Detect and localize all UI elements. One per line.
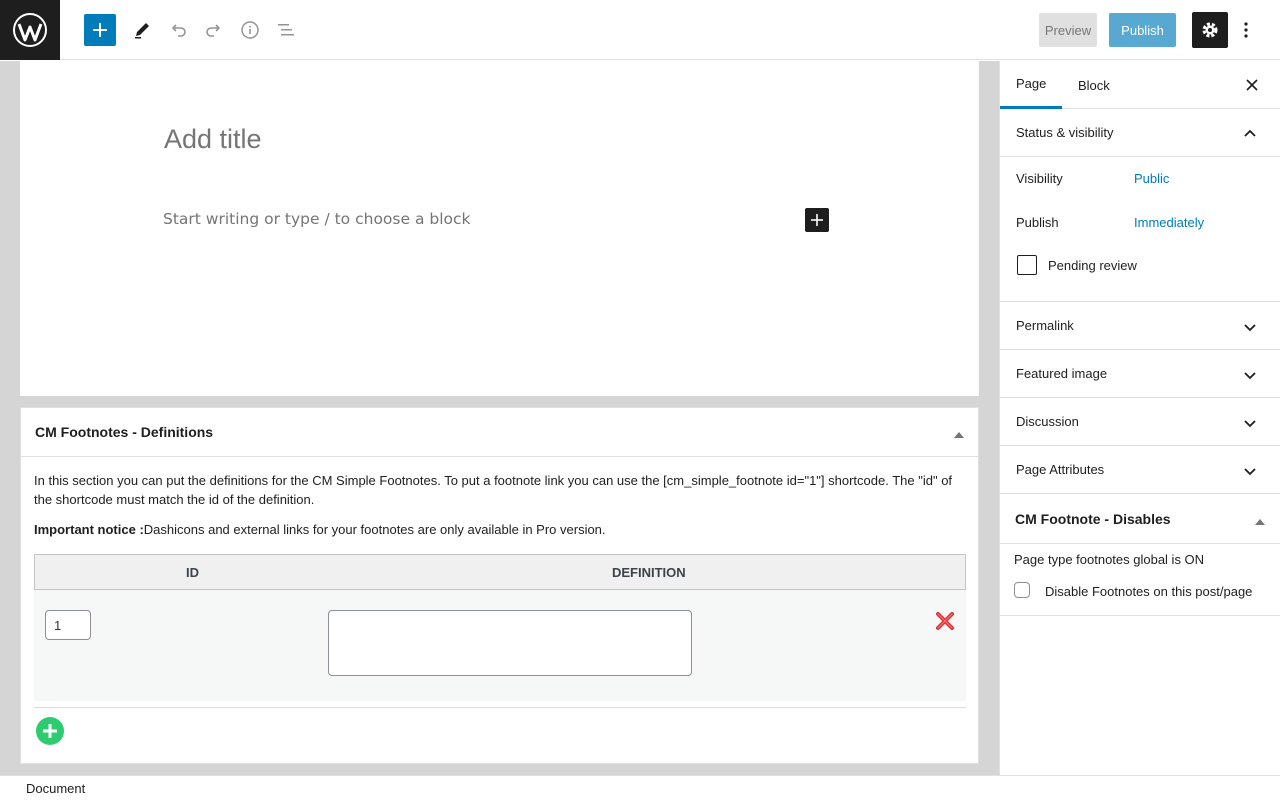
pending-review-label: Pending review [1048,258,1137,273]
cm-disables-body: Page type footnotes global is ON Disable… [1000,544,1280,616]
block-inserter-button[interactable] [84,14,116,46]
footnote-definitions-table: ID DEFINITION [34,554,966,701]
plus-icon [811,214,823,226]
panel-page-attributes[interactable]: Page Attributes [1000,446,1280,494]
add-block-button[interactable] [805,208,829,232]
table-row [34,590,966,701]
publish-button[interactable]: Publish [1109,13,1176,47]
default-block-appender[interactable]: Start writing or type / to choose a bloc… [163,210,471,228]
notice-text: Dashicons and external links for your fo… [143,522,606,537]
list-view-icon [278,24,294,36]
plus-icon [93,23,107,37]
settings-sidebar: Page Block Status & visibility Visibilit… [999,61,1280,775]
plus-circle-icon [43,724,57,738]
close-x-icon [936,612,954,630]
gear-icon [1202,22,1218,38]
publish-label: Publish [1016,215,1059,230]
tools-button[interactable] [124,12,160,48]
disable-footnotes-label: Disable Footnotes on this post/page [1045,584,1253,599]
panel-title: Permalink [1016,318,1074,333]
more-vertical-icon [1244,22,1248,38]
disable-footnotes-checkbox[interactable] [1014,582,1030,598]
editor-canvas [20,61,979,396]
cm-disables-title: CM Footnote - Disables [1015,511,1171,527]
status-visibility-body: Visibility Public Publish Immediately Pe… [1000,157,1280,302]
redo-icon [206,24,221,37]
panel-permalink[interactable]: Permalink [1000,302,1280,350]
settings-button[interactable] [1192,12,1228,48]
panel-status-visibility[interactable]: Status & visibility [1000,109,1280,157]
notice-label: Important notice : [34,522,144,537]
chevron-down-icon [1244,420,1256,428]
column-header-id: ID [186,565,199,580]
chevron-down-icon [1244,372,1256,380]
footnote-id-input[interactable] [45,610,91,640]
triangle-up-icon [1255,519,1265,525]
footnote-definition-textarea[interactable] [328,610,692,676]
list-view-button[interactable] [268,12,304,48]
metabox-title: CM Footnotes - Definitions [35,424,214,440]
metabox-collapse-button[interactable] [951,426,967,440]
tab-block[interactable]: Block [1062,61,1126,109]
metabox-description: In this section you can put the definiti… [34,473,953,507]
editor-header: Preview Publish [0,0,1280,60]
tab-page[interactable]: Page [1000,61,1063,109]
details-button[interactable] [232,12,268,48]
panel-title: Status & visibility [1016,125,1114,140]
publish-date-toggle[interactable]: Immediately [1134,215,1204,230]
metabox-notice: Important notice :Dashicons and external… [34,522,606,537]
panel-title: Discussion [1016,414,1079,429]
pending-review-checkbox[interactable] [1017,255,1037,275]
panel-title: Featured image [1016,366,1108,381]
breadcrumb[interactable]: Document [26,781,85,796]
panel-featured-image[interactable]: Featured image [1000,350,1280,398]
add-row-button[interactable] [36,717,64,745]
table-header: ID DEFINITION [34,554,966,590]
panel-discussion[interactable]: Discussion [1000,398,1280,446]
post-title-input[interactable]: Add title [164,124,262,155]
sidebar-tabs: Page Block [1000,61,1280,109]
more-options-button[interactable] [1234,12,1258,48]
divider [34,707,966,708]
visibility-toggle[interactable]: Public [1134,171,1169,186]
footnotes-definitions-metabox: CM Footnotes - Definitions In this secti… [20,407,979,764]
undo-button[interactable] [160,12,196,48]
chevron-up-icon [1244,129,1256,137]
remove-row-button[interactable] [934,610,956,632]
cm-disables-collapse-button[interactable] [1254,513,1266,525]
pencil-icon [135,23,149,39]
triangle-up-icon [954,432,964,438]
cm-disables-metabox-header[interactable]: CM Footnote - Disables [1000,494,1280,544]
redo-button[interactable] [196,12,232,48]
undo-icon [171,24,186,37]
close-icon [1246,79,1258,91]
panel-title: Page Attributes [1016,462,1105,477]
visibility-label: Visibility [1016,171,1063,186]
close-sidebar-button[interactable] [1240,73,1264,97]
column-header-definition: DEFINITION [612,565,686,580]
info-icon [241,21,259,39]
footnotes-global-status: Page type footnotes global is ON [1014,552,1205,567]
wordpress-logo-icon[interactable] [0,0,60,60]
metabox-header[interactable]: CM Footnotes - Definitions [21,408,978,457]
editor-footer: Document [0,775,1280,800]
preview-button[interactable]: Preview [1039,13,1097,47]
chevron-down-icon [1244,324,1256,332]
chevron-down-icon [1244,468,1256,476]
